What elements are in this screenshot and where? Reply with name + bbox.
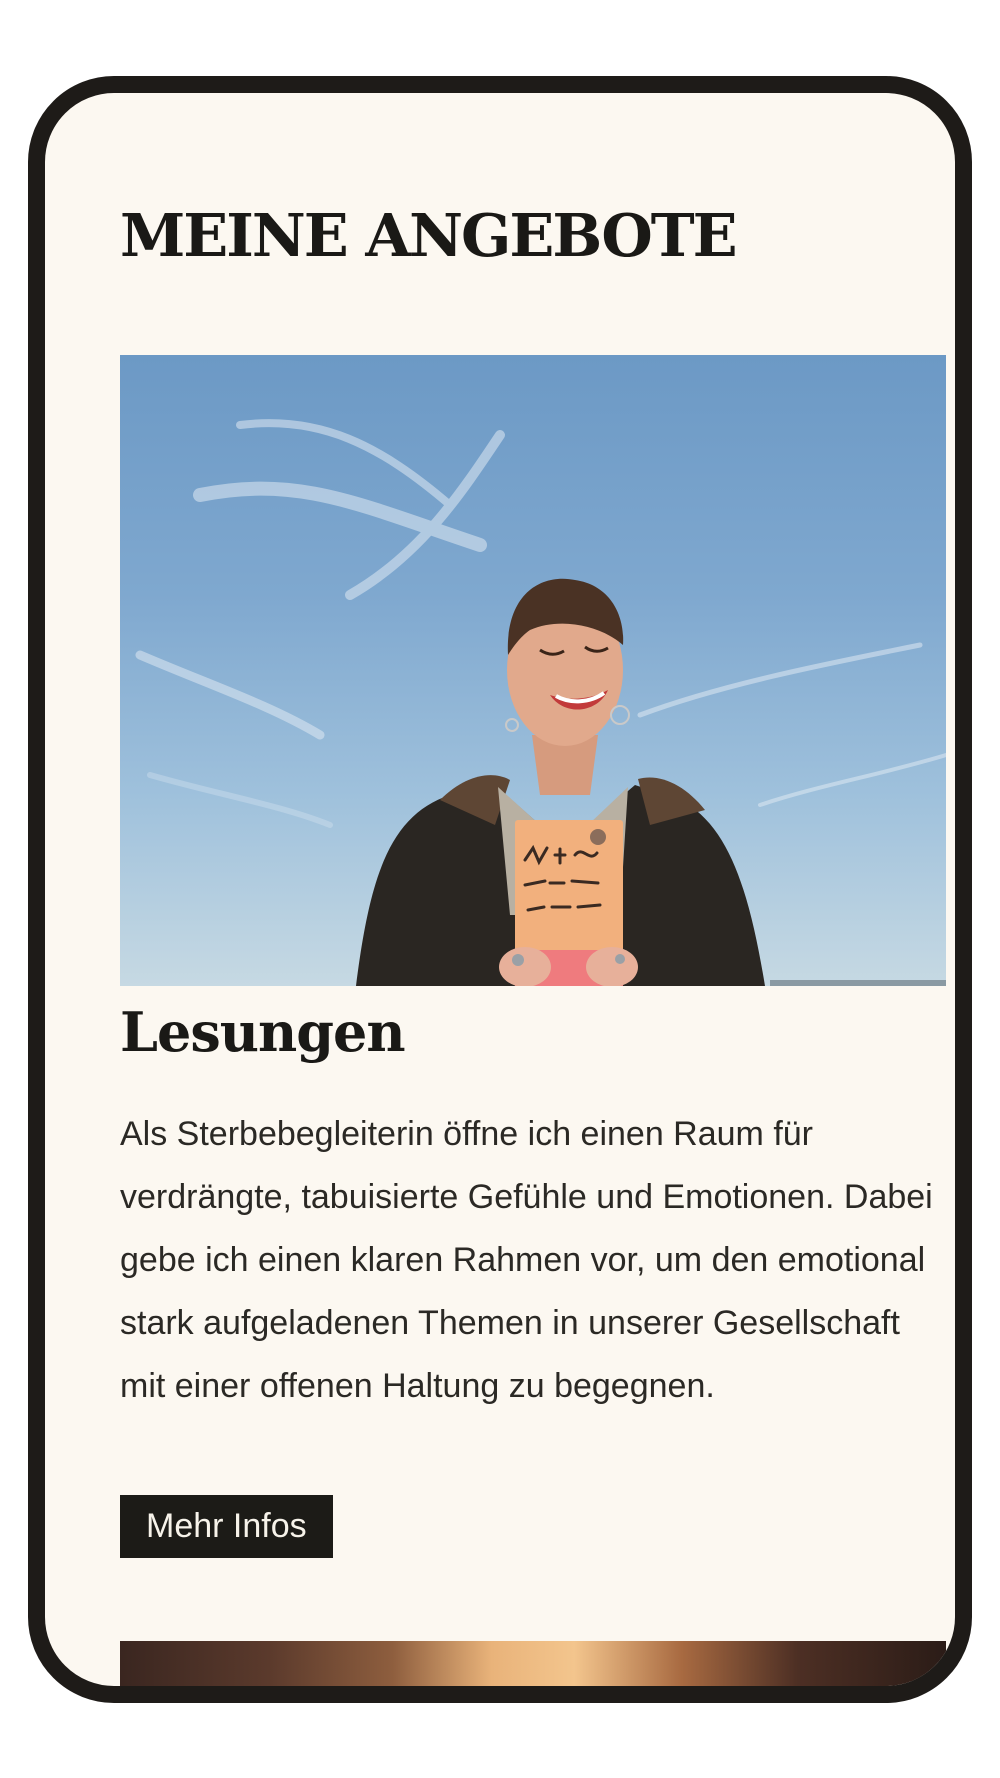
more-info-button[interactable]: Mehr Infos xyxy=(120,1495,333,1558)
photo-illustration xyxy=(135,419,946,986)
card-image[interactable] xyxy=(120,355,946,986)
next-card-image[interactable] xyxy=(120,1641,946,1686)
card-description: Als Sterbebegleiterin öffne ich einen Ra… xyxy=(120,1115,933,1405)
phone-frame: MEINE ANGEBOTE Lesungen Als Sterbebeglei… xyxy=(28,76,972,1703)
section-title: MEINE ANGEBOTE xyxy=(120,201,738,270)
card-title: Lesungen xyxy=(120,1000,406,1064)
screen-content: MEINE ANGEBOTE Lesungen Als Sterbebeglei… xyxy=(45,93,955,1686)
